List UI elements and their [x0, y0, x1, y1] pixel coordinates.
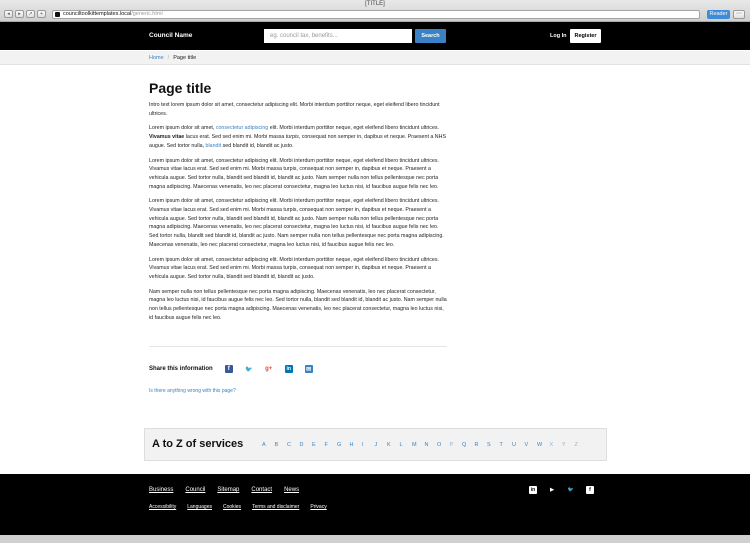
- back-icon[interactable]: ◂: [4, 10, 13, 18]
- google-plus-icon[interactable]: g+: [265, 365, 273, 373]
- text-run: elit. Morbi interdum porttitor neque, eg…: [268, 125, 440, 132]
- page-title: Page title: [149, 80, 212, 96]
- linkedin-icon[interactable]: in: [529, 486, 537, 494]
- footer-small-link-accessibility[interactable]: Accessibility: [149, 504, 176, 510]
- url-host: counciltoolkittemplates.local: [63, 11, 132, 17]
- share-bar: Share this information f 🐦 g+ in ✉: [149, 365, 325, 373]
- text-run: sed blandit id, blandit ac justo.: [221, 142, 294, 149]
- a-to-z-letter-e[interactable]: E: [312, 442, 325, 448]
- breadcrumb-separator: /: [167, 55, 170, 61]
- footer-link-news[interactable]: News: [284, 487, 299, 493]
- a-to-z-letter-s[interactable]: S: [487, 442, 500, 448]
- footer-small-link-privacy[interactable]: Privacy: [310, 504, 326, 510]
- report-problem-link[interactable]: Is there anything wrong with this page?: [149, 388, 236, 394]
- footer-small-link-terms-and-disclaimer[interactable]: Terms and disclaimer: [252, 504, 299, 510]
- footer-small-link-cookies[interactable]: Cookies: [223, 504, 241, 510]
- browser-nav-buttons: ◂ ▸ ↗ +: [4, 10, 46, 18]
- paragraph-5: Lorem ipsum dolor sit amet, consectetur …: [149, 256, 440, 280]
- register-button[interactable]: Register: [570, 29, 601, 43]
- site-header: Council Name eg. council tax, benefits..…: [0, 22, 750, 50]
- browser-bottom-strip: [0, 535, 750, 543]
- a-to-z-letter-o[interactable]: O: [437, 442, 450, 448]
- url-path: /generic.html: [131, 11, 163, 17]
- a-to-z-title: A to Z of services: [152, 438, 244, 450]
- forward-icon[interactable]: ▸: [15, 10, 24, 18]
- paragraph-4: Lorem ipsum dolor sit amet, consectetur …: [149, 198, 444, 248]
- facebook-icon[interactable]: f: [224, 365, 233, 373]
- a-to-z-letter-u[interactable]: U: [512, 442, 525, 448]
- site-footer: Business Council Sitemap Contact News Access…: [0, 474, 750, 535]
- a-to-z-letter-h[interactable]: H: [350, 442, 363, 448]
- footer-social-icons: in ▶ 🐦 f: [529, 486, 594, 494]
- reader-button[interactable]: Reader: [707, 10, 730, 19]
- favicon-icon: [55, 12, 60, 17]
- login-link[interactable]: Log In: [550, 33, 567, 39]
- inline-link[interactable]: blandit: [206, 143, 222, 149]
- paragraph-3: Lorem ipsum dolor sit amet, consectetur …: [149, 157, 440, 190]
- breadcrumb-home[interactable]: Home: [149, 55, 164, 61]
- footer-link-council[interactable]: Council: [185, 487, 205, 493]
- a-to-z-letter-k[interactable]: K: [387, 442, 400, 448]
- a-to-z-letter-r[interactable]: R: [475, 442, 488, 448]
- footer-link-sitemap[interactable]: Sitemap: [217, 487, 239, 493]
- footer-small-link-languages[interactable]: Languages: [187, 504, 212, 510]
- footer-small-links: Accessibility Languages Cookies Terms and d…: [149, 504, 327, 510]
- text-run: Lorem ipsum dolor sit amet,: [149, 125, 216, 132]
- a-to-z-letter-j[interactable]: J: [375, 442, 388, 448]
- address-bar[interactable]: counciltoolkittemplates.local/generic.ht…: [52, 10, 700, 19]
- a-to-z-letter-y[interactable]: Y: [562, 442, 575, 448]
- twitter-icon[interactable]: 🐦: [567, 486, 575, 494]
- divider: [149, 346, 447, 347]
- footer-link-business[interactable]: Business: [149, 487, 173, 493]
- a-to-z-letter-l[interactable]: L: [400, 442, 413, 448]
- a-to-z-letter-g[interactable]: G: [337, 442, 350, 448]
- a-to-z-letter-x[interactable]: X: [550, 442, 563, 448]
- a-to-z-letter-p[interactable]: P: [450, 442, 463, 448]
- search-input[interactable]: eg. council tax, benefits...: [264, 29, 412, 43]
- intro-paragraph: Intro text lorem ipsum dolor sit amet, c…: [149, 102, 440, 117]
- footer-link-contact[interactable]: Contact: [251, 487, 272, 493]
- email-icon[interactable]: ✉: [304, 365, 313, 373]
- window-title: [TITLE]: [365, 1, 385, 7]
- a-to-z-letter-a[interactable]: A: [262, 442, 275, 448]
- inline-link[interactable]: consectetur adipiscing: [216, 125, 268, 131]
- a-to-z-letter-m[interactable]: M: [412, 442, 425, 448]
- youtube-icon[interactable]: ▶: [548, 486, 556, 494]
- a-to-z-letter-n[interactable]: N: [425, 442, 438, 448]
- a-to-z-letter-q[interactable]: Q: [462, 442, 475, 448]
- browser-chrome: [TITLE] ◂ ▸ ↗ + counciltoolkittemplates.…: [0, 0, 750, 22]
- a-to-z-letter-d[interactable]: D: [300, 442, 313, 448]
- a-to-z-letter-c[interactable]: C: [287, 442, 300, 448]
- facebook-icon[interactable]: f: [586, 486, 594, 494]
- a-to-z-letter-w[interactable]: W: [537, 442, 550, 448]
- twitter-icon[interactable]: 🐦: [245, 365, 253, 373]
- linkedin-icon[interactable]: in: [284, 365, 293, 373]
- breadcrumb-bar: Home / Page title: [0, 51, 750, 65]
- a-to-z-letter-z[interactable]: Z: [575, 442, 588, 448]
- footer-links: Business Council Sitemap Contact News: [149, 487, 299, 493]
- new-tab-icon[interactable]: +: [37, 10, 46, 18]
- breadcrumb: Home / Page title: [149, 55, 196, 61]
- share-page-icon[interactable]: ↗: [26, 10, 35, 18]
- paragraph-6: Nam semper nulla non tellus pellentesque…: [149, 288, 447, 321]
- text-run: lacus erat. Sed sed enim mi. Morbi massa: [184, 134, 286, 141]
- share-label: Share this information: [149, 366, 213, 372]
- search-button[interactable]: Search: [415, 29, 446, 43]
- downloads-icon[interactable]: ⋯: [733, 10, 745, 19]
- a-to-z-letter-i[interactable]: I: [362, 442, 375, 448]
- a-to-z-letter-b[interactable]: B: [275, 442, 288, 448]
- a-to-z-panel: A to Z of services ABCDEFGHIJKLMNOPQRSTU…: [144, 428, 607, 461]
- a-to-z-letters: ABCDEFGHIJKLMNOPQRSTUVWXYZ: [262, 442, 587, 448]
- a-to-z-letter-v[interactable]: V: [525, 442, 538, 448]
- main-content: Page title Intro text lorem ipsum dolor …: [149, 80, 447, 328]
- a-to-z-letter-t[interactable]: T: [500, 442, 513, 448]
- italic-text: turpis: [285, 134, 299, 141]
- a-to-z-letter-f[interactable]: F: [325, 442, 338, 448]
- breadcrumb-current: Page title: [173, 55, 197, 61]
- bold-text: Vivamus vitae: [149, 134, 185, 141]
- brand-name[interactable]: Council Name: [149, 32, 192, 39]
- paragraph-2: Lorem ipsum dolor sit amet, consectetur …: [149, 124, 447, 150]
